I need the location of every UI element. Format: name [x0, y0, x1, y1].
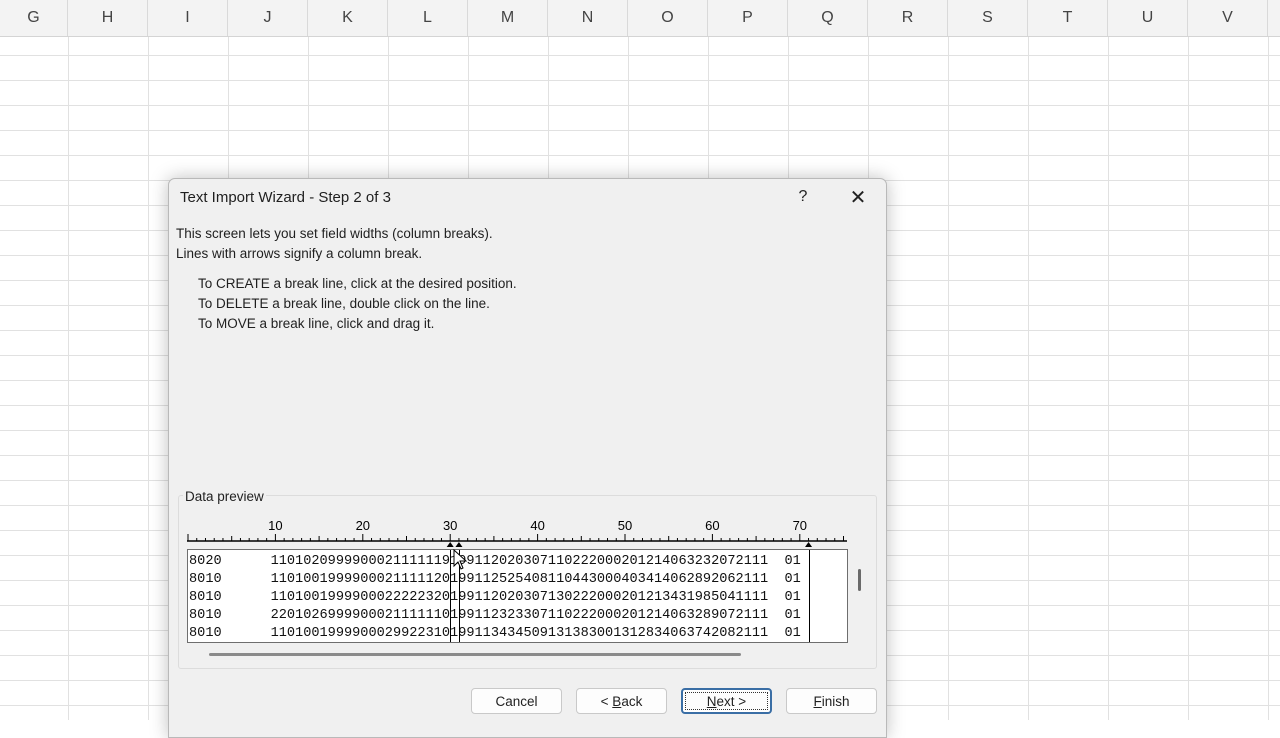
column-header-q[interactable]: Q	[788, 0, 868, 36]
ruler-label: 30	[443, 518, 457, 533]
column-header-n[interactable]: N	[548, 0, 628, 36]
preview-row: 8010 11010019999000222223201991120203071…	[189, 590, 801, 605]
back-button[interactable]: < Back	[576, 688, 667, 714]
column-header-r[interactable]: R	[868, 0, 948, 36]
back-prefix: <	[600, 693, 613, 709]
instruction-delete: To DELETE a break line, double click on …	[198, 296, 490, 311]
column-break-line[interactable]	[808, 550, 810, 642]
next-button[interactable]: Next >	[681, 688, 772, 714]
cancel-button[interactable]: Cancel	[471, 688, 562, 714]
column-header-u[interactable]: U	[1108, 0, 1188, 36]
close-icon[interactable]: ✕	[844, 185, 872, 209]
ruler-label: 40	[530, 518, 544, 533]
back-accel: B	[612, 693, 622, 709]
help-button[interactable]: ?	[791, 185, 815, 209]
instruction-move: To MOVE a break line, click and drag it.	[198, 316, 435, 331]
column-header-v[interactable]: V	[1188, 0, 1268, 36]
horizontal-scrollbar-thumb[interactable]	[209, 653, 741, 656]
mouse-cursor-icon	[453, 549, 468, 570]
dialog-title: Text Import Wizard - Step 2 of 3	[180, 189, 391, 206]
column-header-g[interactable]: G	[0, 0, 68, 36]
cancel-button-label: Cancel	[495, 693, 538, 709]
back-rest: ack	[621, 693, 643, 709]
next-accel: N	[706, 693, 717, 709]
preview-row: 8020 11010209999000211111191991120203071…	[189, 554, 801, 569]
column-header-t[interactable]: T	[1028, 0, 1108, 36]
column-header-m[interactable]: M	[468, 0, 548, 36]
vertical-scrollbar-thumb[interactable]	[858, 569, 861, 591]
column-header-l[interactable]: L	[388, 0, 468, 36]
next-rest: ext >	[716, 693, 747, 709]
ruler-label: 60	[705, 518, 719, 533]
instruction-create: To CREATE a break line, click at the des…	[198, 276, 517, 291]
column-header-k[interactable]: K	[308, 0, 388, 36]
break-arrow-icon[interactable]	[446, 542, 454, 547]
column-header-s[interactable]: S	[948, 0, 1028, 36]
column-header-h[interactable]: H	[68, 0, 148, 36]
data-preview-label: Data preview	[183, 489, 266, 504]
column-header-bar: GHIJKLMNOPQRSTUV	[0, 0, 1280, 37]
preview-row: 8010 11010019999000299223101991134345091…	[189, 626, 801, 641]
column-header-o[interactable]: O	[628, 0, 708, 36]
ruler-label: 10	[268, 518, 282, 533]
preview-row: 8010 11010019999000211111201991125254081…	[189, 572, 801, 587]
ruler-label: 70	[793, 518, 807, 533]
column-header-p[interactable]: P	[708, 0, 788, 36]
preview-row: 8010 22010269999000211111101991123233071…	[189, 608, 801, 623]
text-import-wizard-dialog: Text Import Wizard - Step 2 of 3 ? ✕ Thi…	[168, 178, 887, 738]
column-break-line[interactable]	[450, 550, 452, 642]
column-ruler[interactable]: 10 20 30 40 50 60 70	[187, 517, 849, 547]
intro-text-line-1: This screen lets you set field widths (c…	[176, 226, 493, 241]
ruler-label: 20	[356, 518, 370, 533]
column-header-j[interactable]: J	[228, 0, 308, 36]
break-arrow-icon[interactable]	[805, 542, 813, 547]
data-preview-pane[interactable]: 8020 11010209999000211111191991120203071…	[187, 549, 848, 643]
break-arrow-icon[interactable]	[455, 542, 463, 547]
finish-rest: inish	[821, 693, 850, 709]
column-header-i[interactable]: I	[148, 0, 228, 36]
intro-text-line-2: Lines with arrows signify a column break…	[176, 246, 423, 261]
finish-accel: F	[813, 693, 822, 709]
finish-button[interactable]: Finish	[786, 688, 877, 714]
ruler-label: 50	[618, 518, 632, 533]
